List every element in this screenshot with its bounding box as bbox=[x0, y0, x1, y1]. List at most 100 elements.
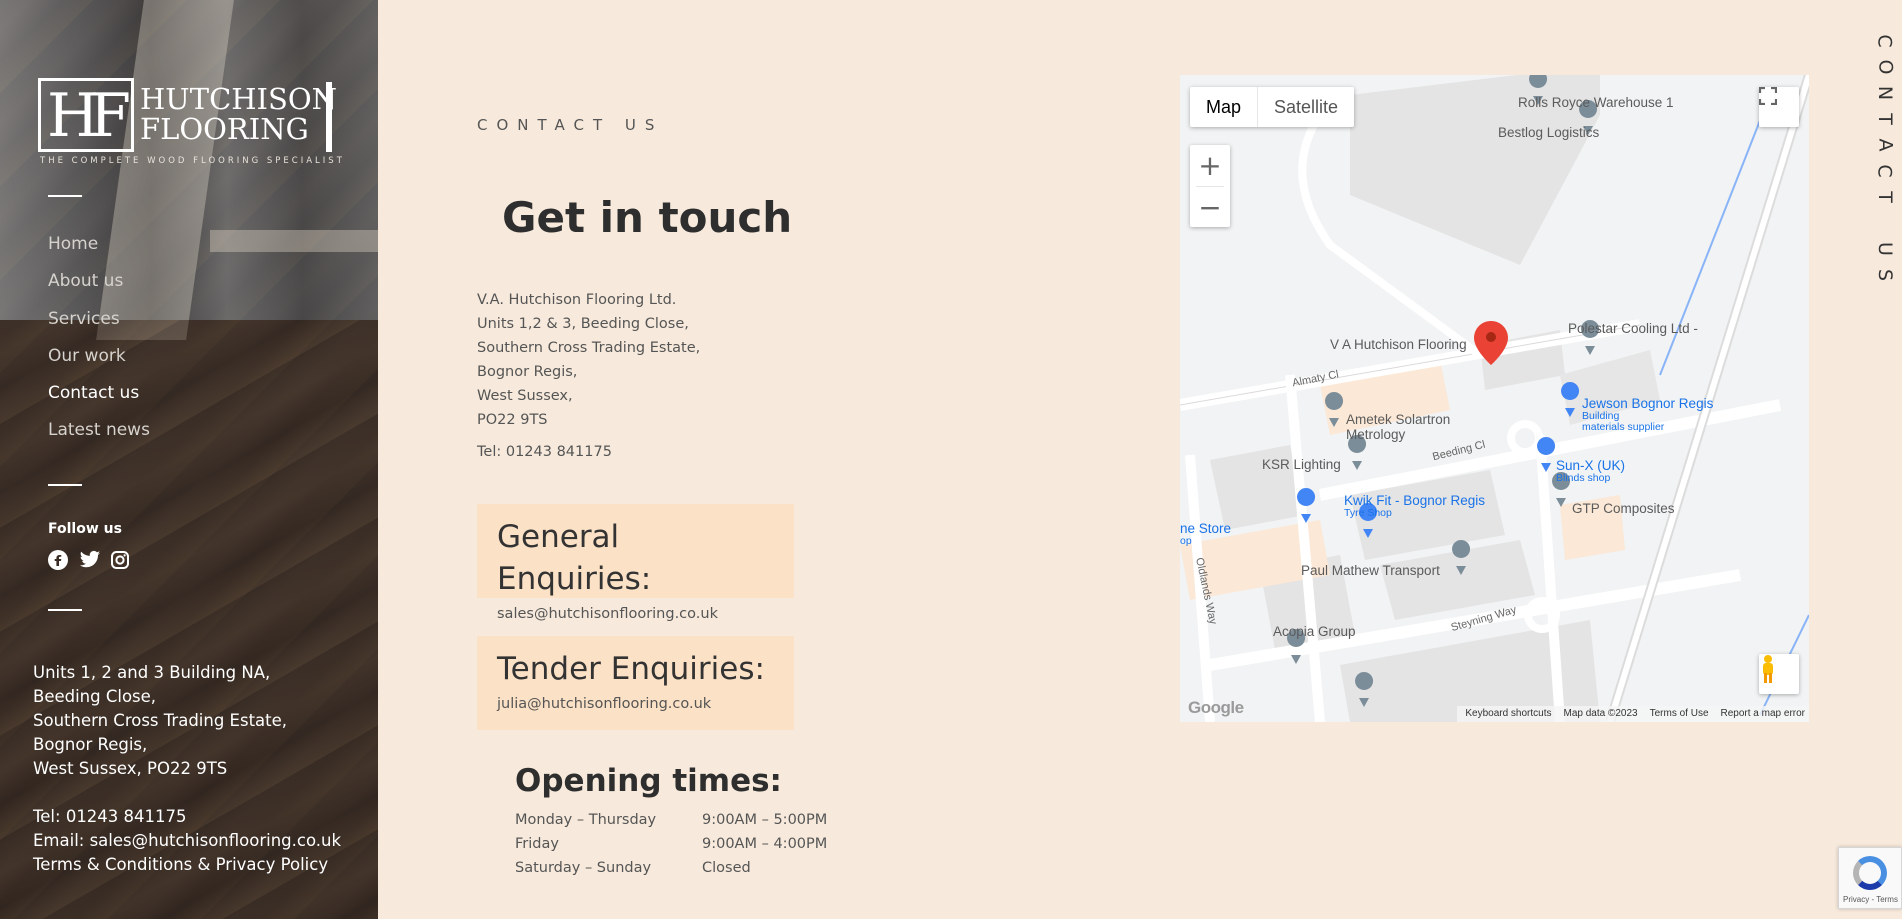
social-links bbox=[48, 550, 132, 572]
company-address: V.A. Hutchison Flooring Ltd. Units 1,2 &… bbox=[477, 288, 700, 432]
map-place-label[interactable]: Bestlog Logistics bbox=[1498, 125, 1599, 140]
map-type-map-button[interactable]: Map bbox=[1190, 87, 1257, 127]
divider bbox=[48, 484, 82, 486]
opening-day: Friday bbox=[515, 836, 559, 852]
report-map-error-link[interactable]: Report a map error bbox=[1721, 706, 1805, 722]
logo-line-2: FLOORING bbox=[140, 112, 309, 146]
nav-item-home[interactable]: Home bbox=[48, 232, 150, 269]
sidebar: HF HUTCHISON FLOORING THE COMPLETE WOOD … bbox=[0, 0, 378, 919]
address-line: Bognor Regis, bbox=[33, 735, 148, 754]
map-data-attribution: Map data ©2023 bbox=[1563, 708, 1638, 719]
address-line: Units 1,2 & 3, Beeding Close, bbox=[477, 316, 689, 332]
nav-item-our-work[interactable]: Our work bbox=[48, 344, 150, 381]
map-place-label[interactable]: Paul Mathew Transport bbox=[1301, 563, 1440, 578]
logo-tagline: THE COMPLETE WOOD FLOORING SPECIALIST bbox=[40, 156, 345, 166]
vertical-title-letter: U bbox=[1873, 242, 1896, 256]
address-line: Beeding Close, bbox=[33, 687, 157, 706]
opening-time: Closed bbox=[702, 860, 751, 876]
map-place-label[interactable]: Jewson Bognor Regis bbox=[1582, 396, 1713, 411]
address-line: West Sussex, PO22 9TS bbox=[33, 759, 228, 778]
map-type-control: Map Satellite bbox=[1190, 87, 1355, 127]
map-place-label[interactable]: GTP Composites bbox=[1572, 501, 1675, 516]
general-enquiries-email[interactable]: sales@hutchisonflooring.co.uk bbox=[497, 606, 774, 622]
address-line: Southern Cross Trading Estate, bbox=[33, 711, 288, 730]
map-place-sublabel: materials supplier bbox=[1582, 421, 1665, 433]
map-type-satellite-button[interactable]: Satellite bbox=[1257, 87, 1354, 127]
opening-times-row: Monday – Thursday 9:00AM – 5:00PM bbox=[515, 808, 827, 832]
logo[interactable]: HF HUTCHISON FLOORING THE COMPLETE WOOD … bbox=[38, 78, 342, 168]
zoom-out-button[interactable]: − bbox=[1190, 187, 1230, 228]
card-title: General Enquiries: bbox=[497, 519, 652, 597]
vertical-title-letter: C bbox=[1874, 164, 1896, 178]
sidebar-address: Units 1, 2 and 3 Building NA, Beeding Cl… bbox=[33, 661, 287, 781]
nav-item-latest-news[interactable]: Latest news bbox=[48, 418, 150, 455]
map-place-label[interactable]: KSR Lighting bbox=[1262, 457, 1341, 472]
opening-times-title: Opening times: bbox=[515, 763, 782, 799]
follow-us-label: Follow us bbox=[48, 521, 122, 537]
nav-item-contact-us[interactable]: Contact us bbox=[48, 381, 150, 418]
opening-day: Monday – Thursday bbox=[515, 812, 657, 828]
recaptcha-badge[interactable]: Privacy - Terms bbox=[1838, 847, 1902, 909]
map-place-label[interactable]: V A Hutchison Flooring bbox=[1330, 337, 1467, 352]
address-line: PO22 9TS bbox=[477, 412, 548, 428]
opening-times-row: Saturday – Sunday Closed bbox=[515, 856, 827, 880]
opening-times-row: Friday 9:00AM – 4:00PM bbox=[515, 832, 827, 856]
twitter-icon[interactable] bbox=[79, 550, 101, 572]
map-place-label[interactable]: Ametek Solartron bbox=[1346, 412, 1450, 427]
sidebar-tel[interactable]: Tel: 01243 841175 bbox=[33, 805, 341, 829]
map-place-label[interactable]: Polestar Cooling Ltd - bbox=[1568, 321, 1698, 336]
tender-enquiries-email[interactable]: julia@hutchisonflooring.co.uk bbox=[497, 696, 774, 712]
opening-day: Saturday – Sunday bbox=[515, 860, 652, 876]
address-line: Bognor Regis, bbox=[477, 364, 578, 380]
logo-monogram-box: HF bbox=[38, 78, 134, 152]
logo-wordmark: HUTCHISON FLOORING bbox=[140, 84, 337, 144]
vertical-title-letter: C bbox=[1874, 34, 1896, 48]
nav-item-about-us[interactable]: About us bbox=[48, 269, 150, 306]
vertical-title-letter: O bbox=[1874, 59, 1896, 75]
nav-item-services[interactable]: Services bbox=[48, 307, 150, 344]
vertical-title-letter bbox=[1872, 220, 1898, 226]
map-place-label[interactable]: Kwik Fit - Bognor Regis bbox=[1344, 493, 1485, 508]
map-place-sublabel: Tyre Shop bbox=[1344, 507, 1392, 519]
general-enquiries-card: General Enquiries: sales@hutchisonfloori… bbox=[477, 504, 794, 622]
map-place-label: Metrology bbox=[1346, 427, 1406, 442]
background-photo-sill bbox=[210, 230, 378, 252]
map-place-label[interactable]: Rolls Royce Warehouse 1 bbox=[1518, 95, 1674, 110]
vertical-title-letter: T bbox=[1873, 113, 1896, 125]
vertical-title-letter: T bbox=[1873, 191, 1896, 203]
divider bbox=[48, 609, 82, 611]
logo-line-1: HUTCHISON bbox=[140, 82, 338, 116]
street-view-pegman-icon[interactable] bbox=[1759, 654, 1799, 694]
facebook-icon[interactable] bbox=[48, 550, 70, 572]
address-line: Units 1, 2 and 3 Building NA, bbox=[33, 663, 271, 682]
fullscreen-icon[interactable] bbox=[1759, 87, 1799, 127]
card-title: Tender Enquiries: bbox=[497, 651, 765, 687]
map-footer: Keyboard shortcuts Map data ©2023 Terms … bbox=[1457, 706, 1809, 722]
vertical-title-letter: S bbox=[1874, 268, 1896, 282]
section-eyebrow: CONTACT US bbox=[477, 116, 664, 134]
sidebar-email[interactable]: Email: sales@hutchisonflooring.co.uk bbox=[33, 829, 341, 853]
opening-time: 9:00AM – 4:00PM bbox=[702, 836, 828, 852]
tender-enquiries-card: Tender Enquiries: julia@hutchisonfloorin… bbox=[477, 636, 794, 730]
recaptcha-icon bbox=[1853, 856, 1887, 890]
terms-link[interactable]: Terms & Conditions & Privacy Policy bbox=[33, 853, 341, 877]
vertical-title-letter: A bbox=[1874, 138, 1896, 152]
map-place-label[interactable]: ne Store bbox=[1180, 521, 1231, 536]
google-logo: Google bbox=[1188, 698, 1244, 717]
instagram-icon[interactable] bbox=[110, 550, 132, 572]
vertical-title-letter: N bbox=[1874, 85, 1896, 101]
logo-monogram: HF bbox=[47, 81, 131, 151]
address-line: West Sussex, bbox=[477, 388, 573, 404]
keyboard-shortcuts-link[interactable]: Keyboard shortcuts bbox=[1465, 706, 1551, 722]
recaptcha-links[interactable]: Privacy - Terms bbox=[1843, 895, 1898, 904]
sidebar-contact: Tel: 01243 841175 Email: sales@hutchison… bbox=[33, 805, 341, 877]
map-place-sublabel: op bbox=[1180, 535, 1192, 547]
address-line: V.A. Hutchison Flooring Ltd. bbox=[477, 292, 677, 308]
opening-times-table: Monday – Thursday 9:00AM – 5:00PM Friday… bbox=[515, 808, 827, 880]
map-place-label[interactable]: Acopia Group bbox=[1273, 624, 1356, 639]
company-tel[interactable]: Tel: 01243 841175 bbox=[477, 444, 612, 460]
zoom-in-button[interactable]: + bbox=[1190, 145, 1230, 186]
google-map[interactable]: Rolls Royce Warehouse 1 Bestlog Logistic… bbox=[1180, 75, 1809, 722]
terms-of-use-link[interactable]: Terms of Use bbox=[1650, 706, 1709, 722]
map-place-label[interactable]: Sun-X (UK) bbox=[1556, 458, 1625, 473]
